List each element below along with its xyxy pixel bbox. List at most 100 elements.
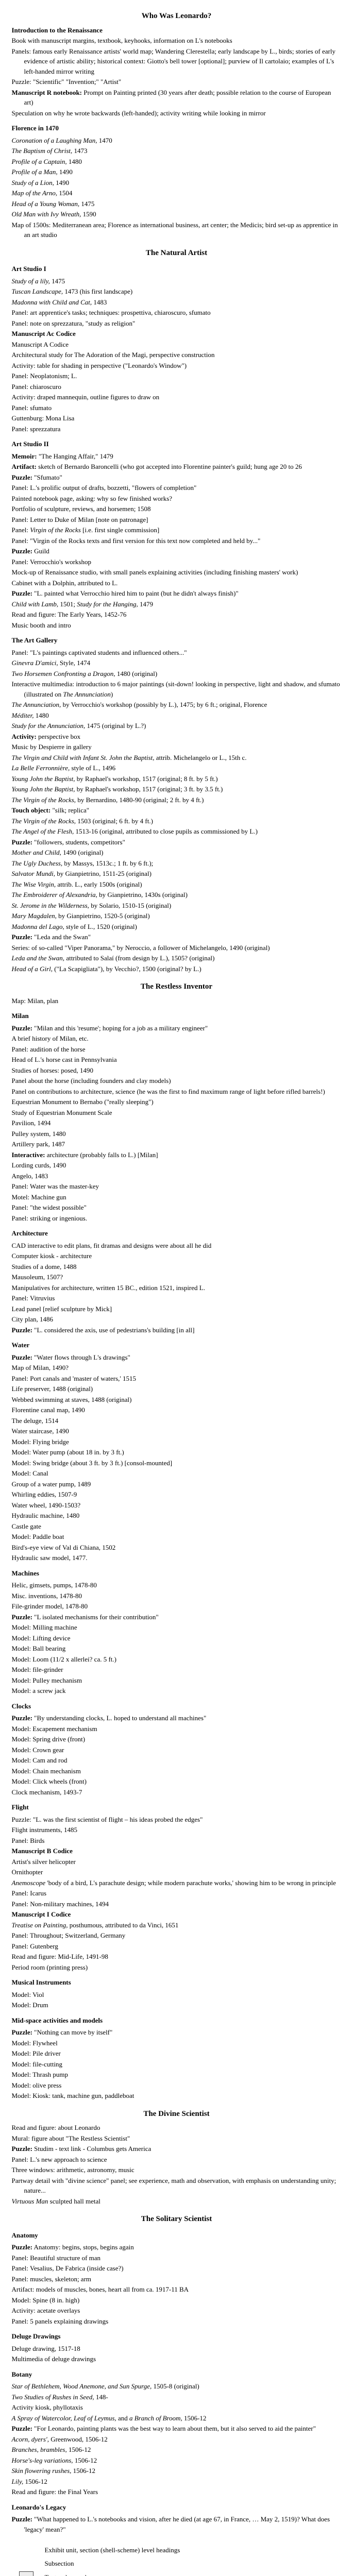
subsection-title: Anatomy [12,2230,342,2241]
list-item: Model: Pulley mechanism [12,1675,342,1686]
list-item: Panel: Virgin of the Rocks [i.e. first s… [12,525,342,535]
list-item: Puzzle: "Milan and this 'resume'; hoping… [12,1023,342,1033]
list-item: Two Horsemen Confronting a Dragon, 1480 … [12,669,342,679]
list-item: Horse's-leg variations, 1506-12 [12,2455,342,2466]
list-item: Equestrian Monument to Bernabo ("really … [12,1097,342,1107]
list-item: Panel: "Virgin of the Rocks texts and fi… [12,536,342,546]
list-item: Activity kiosk, phyllotaxis [12,2402,342,2413]
list-item: Hydraulic machine, 1480 [12,1511,342,1521]
legend-label: Exhibit unit, section (shell-scheme) lev… [41,2544,184,2557]
list-item: Multimedia of deluge drawings [12,2354,342,2364]
list-item: Panel: striking or ingenious. [12,1213,342,1224]
list-item: Panel: 5 panels explaining drawings [12,2316,342,2327]
list-item: Panel: Throughout; Switzerland, Germany [12,1930,342,1941]
list-item: Read and figure: The Early Years, 1452-7… [12,609,342,620]
intro-block: Introduction to the Renaissance Book wit… [12,25,342,118]
list-item: Panel: Gutenberg [12,1941,342,1952]
list-item: Angelo, 1483 [12,1171,342,1181]
list-item: Florentine canal map, 1490 [12,1405,342,1415]
list-item: Model: Cam and rod [12,1755,342,1766]
list-item: Acorn, dyers', Greenwood, 1506-12 [12,2434,342,2445]
list-item: Whirling eddies, 1507-9 [12,1489,342,1500]
list-item: Model: Viol [12,1990,342,2000]
list-item: Series: of so-called "Viper Panorama," b… [12,943,342,953]
list-item: Branches, brambles, 1506-12 [12,2445,342,2455]
list-item: Mary Magdalen, by Gianpietrino, 1520-5 (… [12,911,342,921]
list-item: Head of L.'s horse cast in Pennsylvania [12,1055,342,1065]
studio2-title: Art Studio II [12,439,342,449]
list-item: Puzzle: "L. considered the axis, use of … [12,1325,342,1335]
list-item: The Virgin of the Rocks, by Bernardino, … [12,795,342,805]
list-item: Child with Lamb, 1501; Study for the Han… [12,599,342,609]
list-item: Model: Flying bridge [12,1437,342,1447]
list-item: Read and figure: Mid-Life, 1491-98 [12,1952,342,1962]
list-item: Bird's-eye view of Val di Chiana, 1502 [12,1543,342,1553]
subsection-title: Botany [12,2369,342,2380]
list-item: Webbed swimming at staves, 1488 (origina… [12,1395,342,1405]
list-item: Skin flowering rushes, 1506-12 [12,2466,342,2476]
list-item: St. Jerome in the Wilderness, by Solario… [12,901,342,911]
list-item: Panel: sprezzatura [12,424,342,434]
subsection-title: Water [12,1340,342,1350]
list-item: Guttenburg: Mona Lisa [12,413,342,423]
list-item: Virtuous Man sculpted hall metal [12,2196,342,2207]
list-item: Cabinet with a Dolphin, attributed to L. [12,578,342,588]
list-item: Panel: chiaroscuro [12,382,342,392]
list-item: Water staircase, 1490 [12,1426,342,1436]
list-item: La Belle Ferronnière, style of L., 1496 [12,763,342,773]
list-item: Puzzle: "L. was the first scientist of f… [12,1815,342,1825]
list-item: Young John the Baptist, by Raphael's wor… [12,774,342,784]
list-item: Puzzle: Studim - text link - Columbus ge… [12,2144,342,2154]
list-item: Model: Loom (11/2 x allerlei? ca. 5 ft.) [12,1654,342,1665]
list-item: Memoir: "The Hanging Affair," 1479 [12,451,342,462]
list-item: Pavilion, 1494 [12,1118,342,1128]
list-item: Panel: Verrocchio's workshop [12,557,342,567]
list-item: Deluge drawing, 1517-18 [12,2344,342,2354]
list-item: Puzzle: "Sfumato" [12,472,342,483]
list-item: Madonna del Lago, style of L., 1520 (ori… [12,922,342,932]
list-item: Puzzle: "Nothing can move by itself" [12,2027,342,2038]
list-item: Mausoleum, 1507? [12,1272,342,1282]
list-item: Model: a screw jack [12,1686,342,1696]
solitary-heading: The Solitary Scientist [12,2213,342,2225]
list-item: A brief history of Milan, etc. [12,1033,342,1044]
list-item: Madonna with Child and Cat, 1483 [12,297,342,308]
list-item: Manuscript B Codice [12,1846,342,1856]
list-item: Activity: draped mannequin, outline figu… [12,392,342,402]
list-item: Panel: Water was the master-key [12,1181,342,1192]
list-item: Model: Lifting device [12,1633,342,1643]
list-item: Manipulatives for architecture, written … [12,1283,342,1293]
list-item: Model: Chain mechanism [12,1766,342,1776]
list-item: Puzzle: "L isolated mechanisms for their… [12,1612,342,1622]
list-item: Lording curds, 1490 [12,1160,342,1171]
list-item: Ginevra D'amici, Style, 1474 [12,658,342,668]
subsection-title: Leonardo's Legacy [12,2502,342,2513]
title-who: Who Was Leonardo? [12,10,342,22]
list-item: Model: Crown gear [12,1745,342,1755]
list-item: Head of a Girl, ("La Scapigliata"), by V… [12,964,342,974]
list-item: Panel on contributions to architecture, … [12,1087,342,1097]
list-item: Three windows: arithmetic, astronomy, mu… [12,2165,342,2175]
list-item: Mural: figure about "The Restless Scient… [12,2133,342,2144]
list-item: CAD interactive to edit plans, fit drama… [12,1241,342,1251]
list-item: Misc. inventions, 1478-80 [12,1591,342,1601]
list-item: File-grinder model, 1478-80 [12,1601,342,1612]
list-item: Computer kiosk - architecture [12,1251,342,1261]
list-item: Music booth and intro [12,620,342,631]
list-item: Panel: "the widest possible" [12,1202,342,1213]
list-item: Model: Water pump (about 18 in. by 3 ft.… [12,1447,342,1458]
list-item: A Spray of Watercolor, Leaf of Leymus, a… [12,2413,342,2424]
list-item: Panel: art apprentice's tasks; technique… [12,308,342,318]
list-item: Partway detail with "divine science" pan… [12,2176,342,2196]
florence-note: Map of 1500s: Mediterranean area; Floren… [12,220,342,240]
subsection-title: Milan [12,1011,342,1021]
list-item: Model: Milling machine [12,1622,342,1633]
list-item: Interactive: architecture (probably fall… [12,1150,342,1160]
list-item: Puzzle: "What happened to L.'s notebooks… [12,2514,342,2534]
list-item: Puzzle: Guild [12,546,342,556]
table-row: tText-only panel [12,2570,184,2576]
list-item: Panel: Non-military machines, 1494 [12,1899,342,1909]
list-item: Panel: L.'s prolific output of drafts, b… [12,483,342,493]
list-item: Panel: Neoplatonism; L. [12,371,342,381]
list-item: Activity: perspective box [12,732,342,742]
